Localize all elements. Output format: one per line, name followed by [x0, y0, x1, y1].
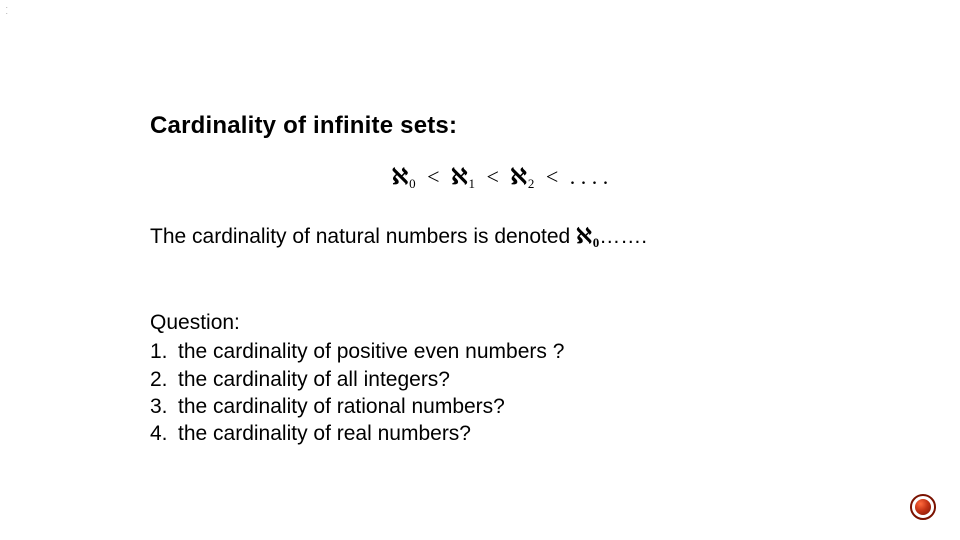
slide: . . Cardinality of infinite sets: ℵ0 < ℵ… [0, 0, 960, 540]
question-label: Question: [150, 309, 850, 336]
question-text: the cardinality of rational numbers? [178, 395, 505, 418]
bullet-sphere [915, 499, 931, 515]
heading: Cardinality of infinite sets: [150, 112, 850, 140]
ellipsis: . . . . [570, 164, 609, 189]
question-text: the cardinality of all integers? [178, 368, 450, 391]
question-item: 4.the cardinality of real numbers? [150, 420, 850, 447]
aleph-subscript: 0 [408, 176, 416, 191]
sentence: The cardinality of natural numbers is de… [150, 224, 850, 251]
sentence-post: ……. [599, 225, 647, 248]
formula: ℵ0 < ℵ1 < ℵ2 < . . . . [150, 164, 850, 192]
question-number: 3. [150, 393, 178, 420]
aleph-symbol: ℵ [451, 164, 467, 189]
question-item: 2.the cardinality of all integers? [150, 366, 850, 393]
sentence-pre: The cardinality of natural numbers is de… [150, 225, 576, 248]
question-number: 1. [150, 338, 178, 365]
aleph-subscript: 2 [527, 176, 535, 191]
less-than: < [480, 164, 504, 189]
aleph-symbol: ℵ [510, 164, 526, 189]
aleph-symbol: ℵ [576, 224, 592, 248]
aleph-symbol: ℵ [392, 164, 408, 189]
aleph-subscript: 1 [467, 176, 475, 191]
corner-mark: . . [6, 4, 8, 16]
question-number: 4. [150, 420, 178, 447]
question-item: 1.the cardinality of positive even numbe… [150, 338, 850, 365]
decorative-bullet-icon [910, 494, 936, 520]
question-text: the cardinality of positive even numbers… [178, 340, 564, 363]
question-block: Question: 1.the cardinality of positive … [150, 309, 850, 447]
question-number: 2. [150, 366, 178, 393]
content-area: Cardinality of infinite sets: ℵ0 < ℵ1 < … [150, 112, 850, 447]
less-than: < [421, 164, 445, 189]
question-item: 3.the cardinality of rational numbers? [150, 393, 850, 420]
corner-mark-dot: . [6, 10, 8, 16]
less-than: < [540, 164, 564, 189]
question-text: the cardinality of real numbers? [178, 422, 471, 445]
